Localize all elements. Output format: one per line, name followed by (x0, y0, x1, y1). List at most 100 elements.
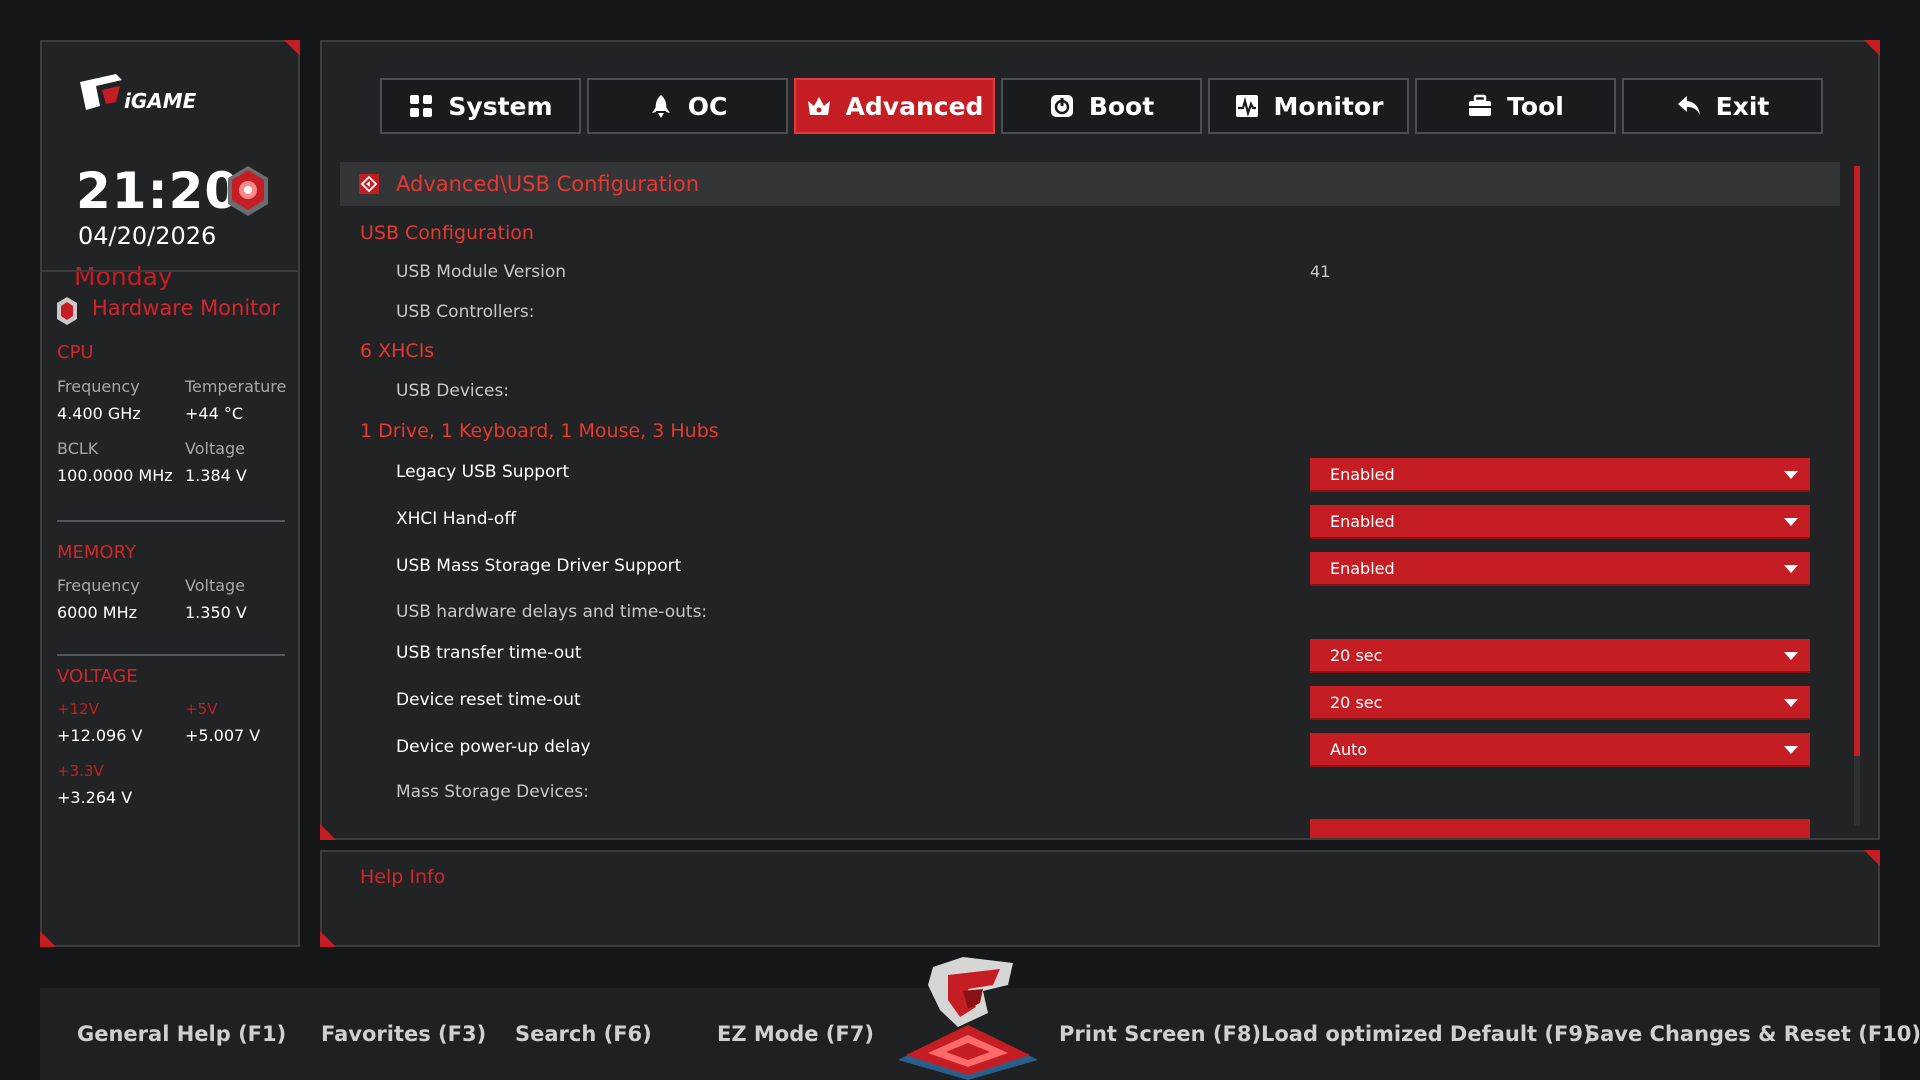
tab-label: System (448, 91, 553, 121)
usb-module-version-label: USB Module Version (396, 262, 567, 282)
dropdown-value: Enabled (1330, 558, 1395, 578)
tab-boot[interactable]: Boot (1001, 78, 1202, 134)
print-screen-button[interactable]: Print Screen (F8) (1059, 1022, 1261, 1046)
dropdown-value: Enabled (1330, 464, 1395, 484)
help-info-title: Help Info (360, 866, 446, 888)
chevron-down-icon (1784, 471, 1798, 479)
setting-row-partial[interactable] (322, 819, 1842, 838)
tab-tool[interactable]: Tool (1415, 78, 1616, 134)
transfer-timeout-dropdown[interactable]: 20 sec (1310, 639, 1810, 673)
help-panel: Help Info (320, 850, 1880, 947)
dropdown-value: Enabled (1330, 511, 1395, 531)
info-panel: iGAME 21:20 04/20/2026 Monday Hardware M… (40, 40, 300, 947)
rocket-icon (651, 95, 670, 118)
chevron-down-icon (1784, 565, 1798, 573)
clock-date: 04/20/2026 (78, 222, 217, 250)
mass-storage-driver-label: USB Mass Storage Driver Support (396, 556, 682, 576)
cpu-voltage-label: Voltage (185, 439, 246, 458)
settings-list: USB Configuration USB Module Version 41 … (322, 206, 1842, 838)
mass-storage-driver-dropdown[interactable]: Enabled (1310, 552, 1810, 586)
v12-value: +12.096 V (57, 726, 143, 745)
search-button[interactable]: Search (F6) (515, 1022, 652, 1046)
cpu-bclk-label: BCLK (57, 439, 99, 458)
usb-delays-label: USB hardware delays and time-outs: (396, 602, 708, 622)
tab-label: Tool (1507, 91, 1564, 121)
chevron-down-icon (1784, 746, 1798, 754)
chevron-down-icon (1784, 699, 1798, 707)
tab-system[interactable]: System (380, 78, 581, 134)
cpu-frequency-value: 4.400 GHz (57, 404, 141, 423)
main-panel: System OC Advanced Boot Monitor Tool Exi… (320, 40, 1880, 840)
scrollbar[interactable] (1854, 166, 1860, 826)
power-icon (1050, 95, 1073, 117)
cpu-temperature-value: +44 °C (185, 404, 244, 423)
setting-row-reset-timeout[interactable]: Device reset time-out 20 sec (322, 684, 1842, 720)
tab-label: Boot (1088, 91, 1155, 121)
memory-frequency-value: 6000 MHz (57, 603, 138, 622)
tab-label: Exit (1715, 91, 1770, 121)
setting-row-xhci-handoff[interactable]: XHCI Hand-off Enabled (322, 503, 1842, 539)
setting-row-mass-storage-driver[interactable]: USB Mass Storage Driver Support Enabled (322, 550, 1842, 586)
xhci-handoff-label: XHCI Hand-off (396, 509, 517, 529)
tab-exit[interactable]: Exit (1622, 78, 1823, 134)
grid-icon (410, 95, 433, 117)
v12-label: +12V (57, 700, 99, 718)
tab-bar: System OC Advanced Boot Monitor Tool Exi… (380, 78, 1823, 134)
legacy-usb-dropdown[interactable]: Enabled (1310, 458, 1810, 492)
ez-mode-button[interactable]: EZ Mode (F7) (717, 1022, 874, 1046)
v5-label: +5V (185, 700, 218, 718)
legacy-usb-label: Legacy USB Support (396, 462, 570, 482)
svg-text:iGAME: iGAME (124, 89, 197, 113)
tab-monitor[interactable]: Monitor (1208, 78, 1409, 134)
divider (57, 520, 285, 522)
tab-advanced[interactable]: Advanced (794, 78, 995, 134)
powerup-delay-label: Device power-up delay (396, 737, 591, 757)
clock-weekday: Monday (74, 262, 173, 291)
breadcrumb-path: Advanced\USB Configuration (396, 172, 700, 196)
clock-time: 21:20 (76, 162, 241, 220)
save-reset-button[interactable]: Save Changes & Reset (F10) (1585, 1022, 1920, 1046)
gem-icon (228, 166, 268, 216)
reset-timeout-label: Device reset time-out (396, 690, 581, 710)
v33-label: +3.3V (57, 762, 104, 780)
back-icon[interactable] (358, 173, 380, 195)
igame-logo: iGAME (80, 74, 197, 113)
transfer-timeout-label: USB transfer time-out (396, 643, 582, 663)
tab-label: Monitor (1273, 91, 1384, 121)
cpu-frequency-label: Frequency (57, 377, 140, 396)
dropdown-value: 20 sec (1330, 692, 1383, 712)
exit-arrow-icon (1677, 96, 1700, 115)
usb-devices-label: USB Devices: (396, 381, 510, 401)
scrollbar-thumb[interactable] (1854, 166, 1860, 756)
reset-timeout-dropdown[interactable]: 20 sec (1310, 686, 1810, 720)
pulse-icon (1235, 95, 1258, 117)
hardware-monitor-icon (57, 297, 77, 325)
setting-row-legacy-usb[interactable]: Legacy USB Support Enabled (322, 456, 1842, 492)
xhcis-heading: 6 XHCIs (360, 340, 435, 362)
usb-configuration-heading: USB Configuration (360, 222, 534, 244)
igame-emblem-icon (898, 957, 1038, 1080)
setting-row-powerup-delay[interactable]: Device power-up delay Auto (322, 731, 1842, 767)
favorites-button[interactable]: Favorites (F3) (321, 1022, 486, 1046)
partial-dropdown[interactable] (1310, 819, 1810, 838)
memory-voltage-value: 1.350 V (185, 603, 247, 622)
load-default-button[interactable]: Load optimized Default (F9) (1261, 1022, 1593, 1046)
usb-controllers-label: USB Controllers: (396, 302, 535, 322)
setting-row-transfer-timeout[interactable]: USB transfer time-out 20 sec (322, 637, 1842, 673)
divider (57, 654, 285, 656)
chevron-down-icon (1784, 652, 1798, 660)
v33-value: +3.264 V (57, 788, 133, 807)
memory-frequency-label: Frequency (57, 576, 140, 595)
usb-module-version-value: 41 (1310, 262, 1331, 281)
xhci-handoff-dropdown[interactable]: Enabled (1310, 505, 1810, 539)
tab-oc[interactable]: OC (587, 78, 788, 134)
powerup-delay-dropdown[interactable]: Auto (1310, 733, 1810, 767)
chevron-down-icon (1784, 518, 1798, 526)
general-help-button[interactable]: General Help (F1) (77, 1022, 286, 1046)
crown-icon (807, 97, 830, 115)
dropdown-value: 20 sec (1330, 645, 1383, 665)
v5-value: +5.007 V (185, 726, 261, 745)
hardware-monitor-title: Hardware Monitor (92, 296, 280, 320)
cpu-section-title: CPU (57, 342, 94, 363)
devices-summary-heading: 1 Drive, 1 Keyboard, 1 Mouse, 3 Hubs (360, 420, 719, 442)
